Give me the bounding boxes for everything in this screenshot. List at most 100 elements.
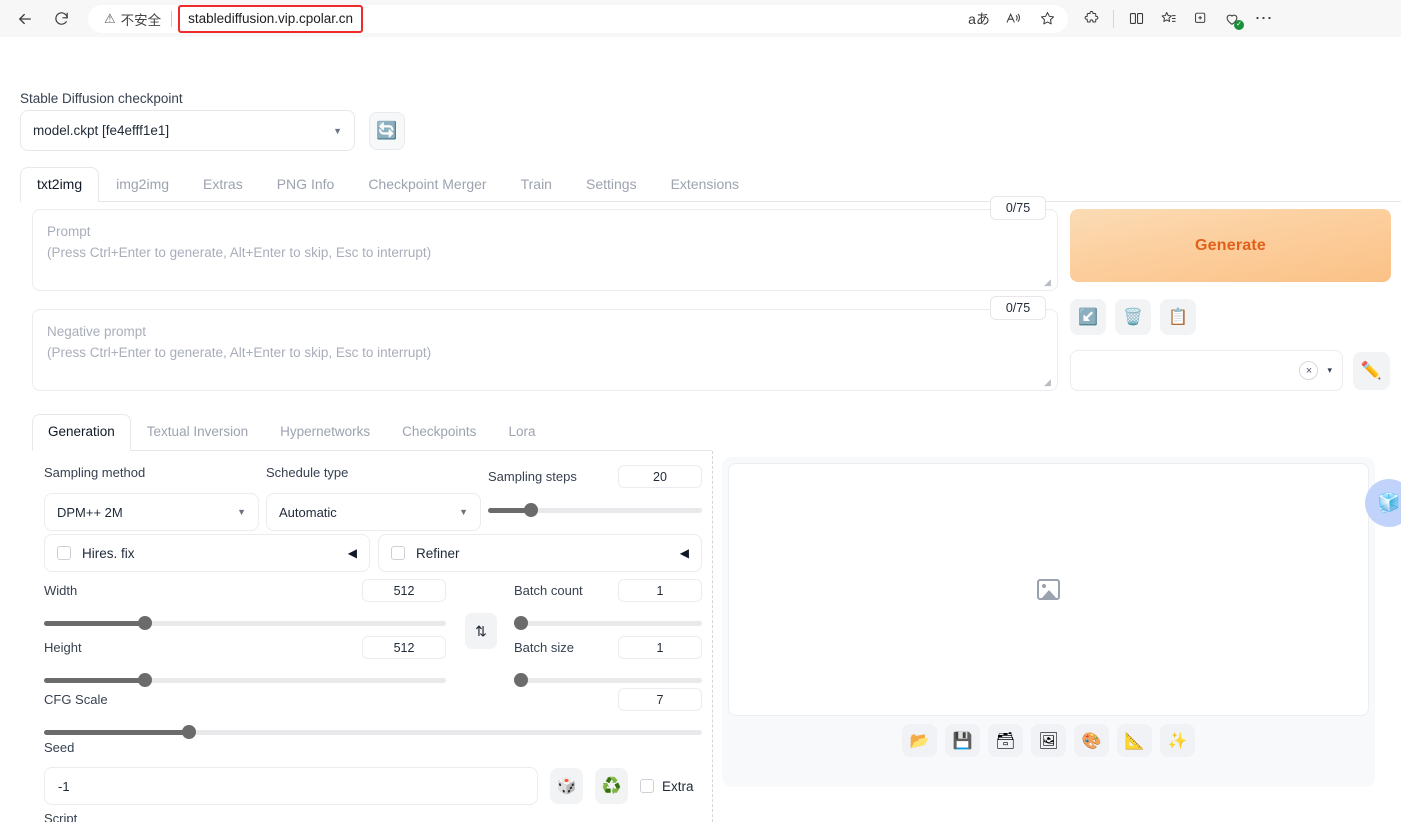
result-image-area[interactable] [728,463,1369,716]
height-value[interactable]: 512 [362,636,446,659]
enhance-button[interactable]: ✨ [1160,724,1195,757]
tab-checkpoint-merger[interactable]: Checkpoint Merger [351,167,503,201]
translate-icon[interactable]: aあ [964,6,994,32]
slider-thumb[interactable] [181,725,196,739]
slider-thumb[interactable] [523,503,538,517]
extra-seed-toggle[interactable]: Extra [640,779,694,794]
triangle-left-icon[interactable]: ◀ [680,546,689,560]
edit-styles-button[interactable]: ✏️ [1353,351,1390,390]
negative-prompt-input[interactable]: Negative prompt (Press Ctrl+Enter to gen… [32,309,1058,391]
batch-count-value[interactable]: 1 [618,579,702,602]
settings-more-icon[interactable]: ⋯ [1249,4,1279,34]
browser-essentials-icon[interactable]: ✓ [1217,4,1247,34]
tab-settings[interactable]: Settings [569,167,654,201]
send-to-extras-button[interactable]: 📐 [1117,724,1152,757]
schedule-type-select[interactable]: Automatic ▼ [266,493,481,531]
styles-select[interactable]: × ▾ [1070,350,1343,391]
swap-arrows-icon: ⇅ [475,622,487,639]
height-slider[interactable] [44,673,446,687]
subtab-generation[interactable]: Generation [32,414,131,451]
tab-extensions[interactable]: Extensions [654,167,756,201]
prompt-area: Prompt (Press Ctrl+Enter to generate, Al… [32,209,1058,391]
slider-thumb[interactable] [514,616,528,630]
slider-track [514,678,702,683]
refiner-checkbox[interactable] [391,546,405,560]
site-security-indicator[interactable]: ⚠ 不安全 [98,9,165,29]
restore-progress-button[interactable]: ↙️ [1070,299,1106,335]
hires-fix-accordion[interactable]: Hires. fix ◀ [44,534,370,572]
favorite-icon[interactable] [1032,6,1062,32]
panel-resize-handle[interactable] [712,451,713,822]
triangle-left-icon[interactable]: ◀ [348,546,357,560]
dice-icon: 🎲 [556,778,577,795]
tab-png-info[interactable]: PNG Info [260,167,352,201]
checkpoint-select[interactable]: model.ckpt [fe4efff1e1] ▼ [20,110,355,151]
batch-size-value[interactable]: 1 [618,636,702,659]
generate-button[interactable]: Generate [1070,209,1391,282]
reuse-seed-button[interactable]: ♻️ [595,768,628,804]
generate-column: Generate ↙️ 🗑️ 📋 × ▾ ✏️ [1070,209,1391,391]
resize-grip-icon[interactable]: ◢ [1044,378,1054,388]
resize-grip-icon[interactable]: ◢ [1044,278,1054,288]
chevron-down-icon: ▼ [333,125,342,136]
hires-fix-checkbox[interactable] [57,546,71,560]
tab-img2img[interactable]: img2img [99,167,186,201]
recycle-icon: ♻️ [601,778,622,795]
tab-train[interactable]: Train [504,167,569,201]
save-button[interactable]: 💾 [945,724,980,757]
back-arrow-icon[interactable] [10,4,40,34]
slider-thumb[interactable] [137,673,152,687]
batch-size-slider[interactable] [514,673,702,687]
refresh-checkpoints-button[interactable]: 🔄 [369,111,405,150]
card-box-icon: 🗃 [995,732,1016,750]
styles-row: × ▾ ✏️ [1070,350,1391,391]
add-tab-group-icon[interactable] [1185,4,1215,34]
extensions-icon[interactable] [1076,4,1106,34]
width-label: Width [44,583,78,598]
subtab-lora[interactable]: Lora [492,414,551,450]
cfg-scale-value[interactable]: 7 [618,688,702,711]
clear-prompt-button[interactable]: 🗑️ [1115,299,1151,335]
open-folder-button[interactable]: 📂 [902,724,937,757]
script-field: Script None ▼ [44,811,702,822]
width-slider[interactable] [44,616,446,630]
sampling-steps-value[interactable]: 20 [618,465,702,488]
collections-icon[interactable] [1153,4,1183,34]
url-text[interactable]: stablediffusion.vip.cpolar.cn [178,4,364,33]
tab-extras[interactable]: Extras [186,167,260,201]
prompt-input[interactable]: Prompt (Press Ctrl+Enter to generate, Al… [32,209,1058,291]
extra-checkbox[interactable] [640,779,654,793]
random-seed-button[interactable]: 🎲 [550,768,583,804]
send-to-inpaint-button[interactable]: 🎨 [1074,724,1109,757]
prompt-placeholder-line2: (Press Ctrl+Enter to generate, Alt+Enter… [47,245,432,260]
sampling-method-select[interactable]: DPM++ 2M ▼ [44,493,259,531]
split-screen-icon[interactable] [1121,4,1151,34]
subtab-checkpoints[interactable]: Checkpoints [386,414,492,450]
refiner-accordion[interactable]: Refiner ◀ [378,534,702,572]
arrow-down-left-icon: ↙️ [1078,309,1098,326]
slider-thumb[interactable] [137,616,152,630]
batch-size-field: Batch size 1 [514,636,702,687]
reload-icon[interactable] [46,4,76,34]
main-tabs: txt2img img2img Extras PNG Info Checkpoi… [20,167,1401,202]
swap-dimensions-button[interactable]: ⇅ [465,613,497,649]
warning-triangle-icon: ⚠ [104,10,116,26]
schedule-type-field: Schedule type Automatic ▼ [266,465,481,531]
width-value[interactable]: 512 [362,579,446,602]
tab-txt2img[interactable]: txt2img [20,167,100,202]
address-bar[interactable]: ⚠ 不安全 stablediffusion.vip.cpolar.cn aあ [88,4,1068,33]
subtab-textual-inversion[interactable]: Textual Inversion [131,414,264,450]
zip-button[interactable]: 🗃 [988,724,1023,757]
batch-count-label: Batch count [514,583,583,598]
generation-settings-panel: Sampling method DPM++ 2M ▼ Schedule type… [0,451,712,822]
subtab-hypernetworks[interactable]: Hypernetworks [264,414,386,450]
apply-style-button[interactable]: 📋 [1160,299,1196,335]
seed-input[interactable]: -1 [44,767,538,805]
cfg-scale-slider[interactable] [44,725,702,739]
batch-count-slider[interactable] [514,616,702,630]
clear-icon[interactable]: × [1299,361,1319,380]
sampling-steps-slider[interactable] [488,503,702,517]
slider-thumb[interactable] [514,673,528,687]
send-to-img2img-button[interactable]: 🖼 [1031,724,1066,757]
read-aloud-icon[interactable] [998,6,1028,32]
